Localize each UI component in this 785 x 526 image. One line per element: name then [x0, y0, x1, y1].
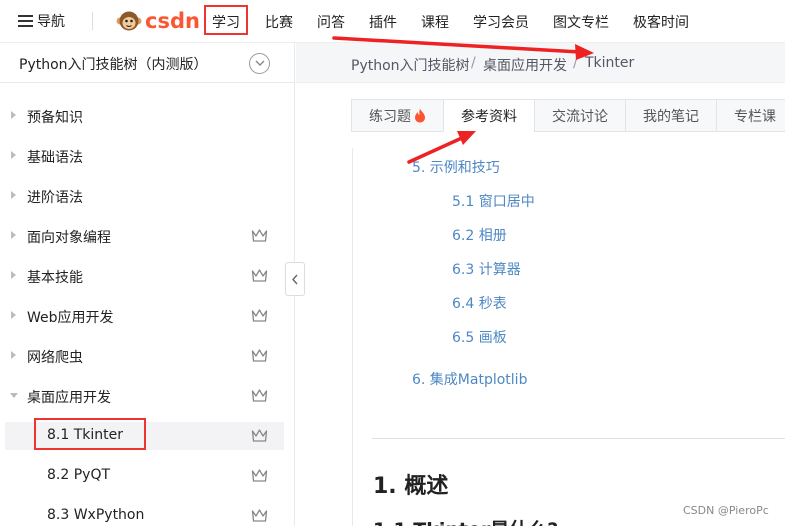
breadcrumb: Python入门技能树 / 桌面应用开发 / Tkinter [296, 43, 785, 83]
sidebar-item-label: 预备知识 [27, 110, 83, 126]
crown-icon [251, 349, 268, 362]
tab-label: 练习题 [369, 108, 411, 125]
tab-references[interactable]: 参考资料 [443, 99, 535, 132]
chevron-down-icon [255, 60, 265, 66]
caret-right-icon [11, 111, 16, 119]
sidebar-item-basic-skills[interactable]: 基本技能 [0, 262, 295, 290]
breadcrumb-item-desktop[interactable]: 桌面应用开发 [483, 55, 567, 75]
caret-right-icon [11, 231, 16, 239]
sidebar-item-label: 基础语法 [27, 150, 83, 166]
nav-menu-button[interactable]: 导航 [18, 10, 65, 32]
fire-icon [415, 108, 425, 123]
nav-item-geektime[interactable]: 极客时间 [633, 12, 689, 32]
breadcrumb-separator: / [573, 55, 578, 71]
sidebar-collapse-button[interactable] [285, 262, 305, 296]
crown-icon [251, 389, 268, 402]
tab-my-notes[interactable]: 我的笔记 [625, 99, 717, 132]
breadcrumb-item-root[interactable]: Python入门技能树 [351, 55, 470, 75]
sidebar-item-advanced-syntax[interactable]: 进阶语法 [0, 182, 295, 210]
sidebar-item-label: 网络爬虫 [27, 350, 83, 366]
nav-item-study[interactable]: 学习 [204, 5, 248, 35]
nav-menu-label: 导航 [37, 14, 65, 30]
sidebar-item-oop[interactable]: 面向对象编程 [0, 222, 295, 250]
top-navbar: 导航 csdn 学习 比赛 问答 插件 课程 学习会员 图文专栏 极客时间 [0, 0, 785, 43]
crown-icon [251, 229, 268, 242]
caret-right-icon [11, 351, 16, 359]
nav-item-columns[interactable]: 图文专栏 [553, 12, 609, 32]
breadcrumb-item-current: Tkinter [585, 55, 635, 71]
caret-right-icon [11, 191, 16, 199]
sidebar-item-label: 8.2 PyQT [47, 467, 111, 483]
crown-icon [251, 469, 268, 482]
sidebar-item-label: 8.1 Tkinter [47, 427, 123, 443]
tab-label: 参考资料 [461, 108, 517, 125]
hamburger-icon [18, 15, 33, 27]
sidebar-item-desktop-dev[interactable]: 桌面应用开发 [0, 382, 295, 410]
article-subheading: 1.1 Tkinter是什么? [373, 515, 558, 526]
tab-label: 交流讨论 [552, 108, 608, 125]
nav-item-qa[interactable]: 问答 [317, 12, 345, 32]
caret-right-icon [11, 151, 16, 159]
sidebar-item-wxpython[interactable]: 8.3 WxPython [0, 502, 295, 526]
tab-label: 专栏课 [734, 108, 776, 125]
toc-link-item[interactable]: 6.3 计算器 [452, 259, 521, 279]
sidebar-item-basic-syntax[interactable]: 基础语法 [0, 142, 295, 170]
tab-label: 我的笔记 [643, 108, 699, 125]
nav-item-contest[interactable]: 比赛 [265, 12, 293, 32]
toc-link-item[interactable]: 6.2 相册 [452, 225, 507, 245]
sidebar-item-crawler[interactable]: 网络爬虫 [0, 342, 295, 370]
chevron-left-icon [292, 274, 298, 285]
toc-link-item[interactable]: 6.5 画板 [452, 327, 507, 347]
sidebar-item-web-dev[interactable]: Web应用开发 [0, 302, 295, 330]
tab-column-courses[interactable]: 专栏课 [716, 99, 785, 132]
sidebar-item-label: Web应用开发 [27, 310, 114, 326]
sidebar-item-pyqt[interactable]: 8.2 PyQT [0, 462, 295, 490]
sidebar-item-label: 面向对象编程 [27, 230, 111, 246]
toc-link-section6[interactable]: 6. 集成Matplotlib [412, 369, 527, 389]
sidebar-title: Python入门技能树（内测版） [19, 57, 208, 73]
crown-icon [251, 509, 268, 522]
toc-link-item[interactable]: 6.4 秒表 [452, 293, 507, 313]
nav-item-courses[interactable]: 课程 [421, 12, 449, 32]
sidebar-item-tkinter[interactable]: 8.1 Tkinter [5, 418, 284, 450]
logo-wordmark: csdn [145, 9, 200, 33]
sidebar-item-label: 进阶语法 [27, 190, 83, 206]
sidebar-item-label: 桌面应用开发 [27, 390, 111, 406]
tab-exercises[interactable]: 练习题 [351, 99, 444, 132]
crown-icon [251, 269, 268, 282]
sidebar-dropdown-button[interactable] [249, 53, 270, 74]
watermark: CSDN @PieroPc [681, 504, 771, 517]
crown-icon [251, 429, 268, 442]
caret-right-icon [11, 311, 16, 319]
sidebar-header: Python入门技能树（内测版） [0, 43, 295, 83]
sidebar-item-label: 基本技能 [27, 270, 83, 286]
crown-icon [251, 309, 268, 322]
content-tabs: 练习题 参考资料 交流讨论 我的笔记 专栏课 [351, 99, 785, 132]
sidebar-item-label: 8.3 WxPython [47, 507, 145, 523]
divider [372, 438, 785, 439]
nav-divider [92, 12, 93, 30]
sidebar-item-prereq[interactable]: 预备知识 [0, 102, 295, 130]
breadcrumb-separator: / [471, 55, 476, 71]
monkey-logo-icon [116, 11, 142, 31]
toc-link-item[interactable]: 5.1 窗口居中 [452, 191, 535, 211]
tab-discussion[interactable]: 交流讨论 [534, 99, 626, 132]
csdn-logo[interactable]: csdn [116, 7, 200, 35]
nav-item-membership[interactable]: 学习会员 [473, 12, 529, 32]
caret-down-icon [10, 393, 18, 398]
toc-link-section5[interactable]: 5. 示例和技巧 [412, 157, 500, 177]
nav-item-plugins[interactable]: 插件 [369, 12, 397, 32]
article-heading: 1. 概述 [373, 474, 449, 499]
caret-right-icon [11, 271, 16, 279]
skill-tree-sidebar: Python入门技能树（内测版） 预备知识 基础语法 进阶语法 面向对象编程 基… [0, 43, 295, 526]
